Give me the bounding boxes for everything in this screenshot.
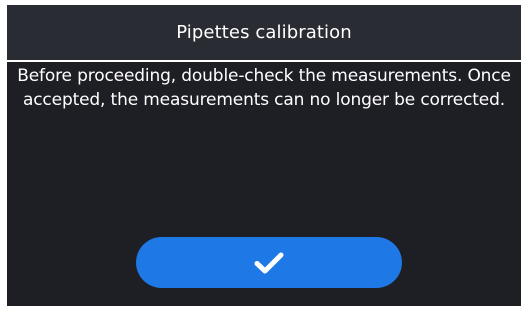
confirm-button[interactable]: [136, 237, 402, 288]
calibration-dialog: Pipettes calibration Before proceeding, …: [0, 0, 528, 311]
warning-message: Before proceeding, double-check the meas…: [7, 64, 521, 112]
dialog-body: Before proceeding, double-check the meas…: [7, 62, 521, 306]
checkmark-icon: [254, 251, 284, 275]
warning-message-line-1: Before proceeding, double-check the meas…: [17, 66, 511, 86]
warning-message-line-2: accepted, the measurements can no longer…: [22, 90, 506, 110]
dialog-title-bar: Pipettes calibration: [7, 5, 521, 60]
dialog-title: Pipettes calibration: [176, 22, 352, 43]
